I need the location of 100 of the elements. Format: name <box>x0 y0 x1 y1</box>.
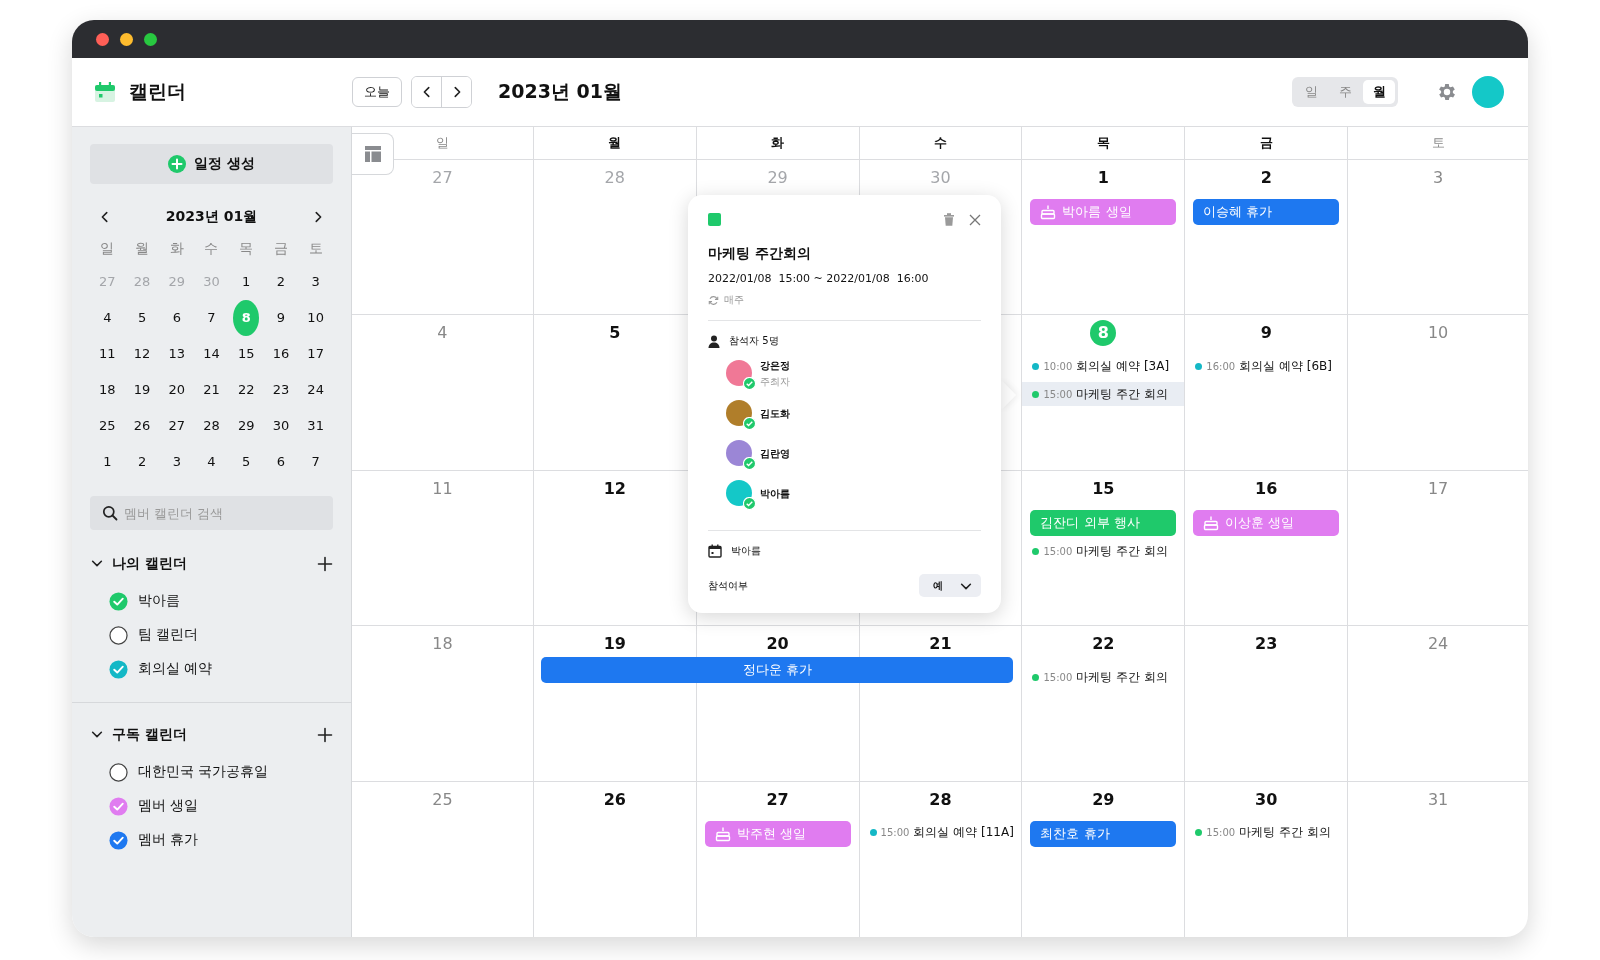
add-icon[interactable] <box>317 556 333 572</box>
weekday-label: 수 <box>203 239 220 258</box>
mini-calendar-day[interactable]: 5 <box>233 444 260 480</box>
mini-calendar-day[interactable]: 6 <box>267 444 294 480</box>
mini-calendar-day[interactable]: 10 <box>302 300 329 336</box>
calendar-checkbox[interactable] <box>109 625 128 645</box>
mini-calendar-day[interactable]: 19 <box>129 372 156 408</box>
add-icon[interactable] <box>317 727 333 743</box>
mini-calendar-day[interactable]: 4 <box>198 444 225 480</box>
mini-calendar-title: 2023년 01월 <box>165 208 258 226</box>
mini-calendar-day[interactable]: 4 <box>94 300 121 336</box>
next-month-button[interactable] <box>441 77 471 107</box>
mini-calendar-day[interactable]: 26 <box>129 408 156 444</box>
mini-calendar-day[interactable]: 20 <box>163 372 190 408</box>
event-bar[interactable]: 정다운 휴가 <box>540 657 1014 684</box>
create-event-button[interactable]: 일정 생성 <box>90 144 333 184</box>
mini-calendar-day[interactable]: 22 <box>233 372 260 408</box>
calendar-name: 박아름 <box>138 592 180 610</box>
calendar-name: 멤버 휴가 <box>138 831 199 849</box>
mini-calendar-day[interactable]: 2 <box>129 444 156 480</box>
calendar-name: 팀 캘린더 <box>138 626 199 644</box>
event-bar[interactable]: 최찬호 휴가 <box>1030 820 1177 847</box>
mini-calendar-day[interactable]: 30 <box>267 408 294 444</box>
day-number: 29 <box>766 167 789 189</box>
mini-calendar-day[interactable]: 15 <box>233 336 260 372</box>
day-number: 30 <box>1254 788 1279 811</box>
attendance-select[interactable]: 예 <box>919 574 981 597</box>
window-minimize-button[interactable] <box>120 32 133 46</box>
mini-calendar-day[interactable]: 6 <box>163 300 190 336</box>
mini-calendar-day[interactable]: 21 <box>198 372 225 408</box>
window-zoom-button[interactable] <box>144 32 157 46</box>
calendar-checkbox[interactable] <box>109 591 128 611</box>
layout-toggle-button[interactable] <box>352 133 394 175</box>
mini-calendar-day[interactable]: 29 <box>233 408 260 444</box>
mini-calendar-day[interactable]: 25 <box>94 408 121 444</box>
mini-calendar-day[interactable]: 17 <box>302 336 329 372</box>
mini-calendar-day[interactable]: 28 <box>198 408 225 444</box>
search-field[interactable]: 멤버 캘린더 검색 <box>90 496 333 530</box>
timed-event[interactable]: 15:00 마케팅 주간 회의 <box>1022 665 1185 690</box>
weekday-header: 목 <box>1096 134 1110 152</box>
timed-event[interactable]: 15:00 마케팅 주간 회의 <box>1185 820 1348 845</box>
day-number: 18 <box>431 633 454 656</box>
today-button[interactable]: 오늘 <box>352 77 402 107</box>
mini-calendar-day[interactable]: 1 <box>94 444 121 480</box>
settings-icon[interactable] <box>1436 81 1458 103</box>
day-number: 5 <box>608 322 622 345</box>
calendar-logo-icon <box>94 81 116 103</box>
day-number: 12 <box>602 477 627 500</box>
window-close-button[interactable] <box>96 32 109 46</box>
day-number: 8 <box>1090 320 1117 347</box>
timed-event[interactable]: 10:00 회의실 예약 [3A] <box>1022 354 1185 379</box>
event-title: 박아름 생일 <box>1062 203 1132 221</box>
event-title: 최찬호 휴가 <box>1040 824 1110 843</box>
day-number: 9 <box>1259 322 1273 345</box>
mini-calendar-day[interactable]: 7 <box>198 300 225 336</box>
timed-event[interactable]: 15:00 마케팅 주간 회의 <box>1022 382 1185 407</box>
trash-icon[interactable] <box>943 213 955 226</box>
calendar-name: 대한민국 국가공휴일 <box>138 763 269 781</box>
weekday-header: 금 <box>1259 134 1273 152</box>
mini-calendar-day[interactable]: 12 <box>129 336 156 372</box>
calendar-checkbox[interactable] <box>109 659 128 679</box>
mini-calendar-day[interactable]: 24 <box>302 372 329 408</box>
close-icon[interactable] <box>969 213 981 226</box>
view-tab[interactable]: 월 <box>1363 80 1395 104</box>
event-time: 15:00 <box>880 827 910 839</box>
mini-calendar-day[interactable]: 31 <box>302 408 329 444</box>
mini-calendar-day[interactable]: 11 <box>94 336 121 372</box>
event-bar[interactable]: 이승혜 휴가 <box>1193 199 1340 225</box>
section-title: 구독 캘린더 <box>112 726 188 744</box>
mini-calendar-day[interactable]: 1 <box>233 264 260 300</box>
mini-calendar-day[interactable]: 27 <box>163 408 190 444</box>
mini-calendar-day[interactable]: 18 <box>94 372 121 408</box>
day-number: 4 <box>436 322 449 345</box>
day-number: 26 <box>602 788 627 811</box>
event-time: 15:00 <box>1043 388 1073 400</box>
mini-calendar-day[interactable]: 9 <box>267 300 294 336</box>
mini-calendar-day[interactable]: 2 <box>267 264 294 300</box>
day-number: 27 <box>431 167 454 189</box>
mini-calendar-day[interactable]: 3 <box>163 444 190 480</box>
event-title: 마케팅 주간 회의 <box>1076 668 1168 686</box>
calendar-checkbox[interactable] <box>109 796 128 816</box>
mini-calendar-day[interactable]: 13 <box>163 336 190 372</box>
attendee-name: 강은정 <box>760 359 790 373</box>
mini-calendar-day[interactable]: 23 <box>267 372 294 408</box>
timed-event[interactable]: 15:00 회의실 예약 [11A] <box>859 820 1022 845</box>
mini-calendar-day[interactable]: 7 <box>302 444 329 480</box>
mini-calendar-day[interactable]: 5 <box>129 300 156 336</box>
calendar-checkbox[interactable] <box>109 830 128 850</box>
day-number: 15 <box>1091 477 1116 500</box>
event-time: 16:00 <box>1206 360 1236 372</box>
day-number: 17 <box>1426 477 1450 500</box>
mini-calendar-day[interactable]: 16 <box>267 336 294 372</box>
mini-calendar-day[interactable]: 14 <box>198 336 225 372</box>
calendar-checkbox[interactable] <box>109 762 128 782</box>
timed-event[interactable]: 16:00 회의실 예약 [6B] <box>1185 354 1348 379</box>
mini-calendar-day[interactable]: 3 <box>302 264 329 300</box>
timed-event[interactable]: 15:00 마케팅 주간 회의 <box>1022 539 1185 564</box>
weekday-label: 일 <box>99 239 116 258</box>
repeat-icon <box>708 294 719 306</box>
event-time: 10:00 <box>1043 360 1073 372</box>
